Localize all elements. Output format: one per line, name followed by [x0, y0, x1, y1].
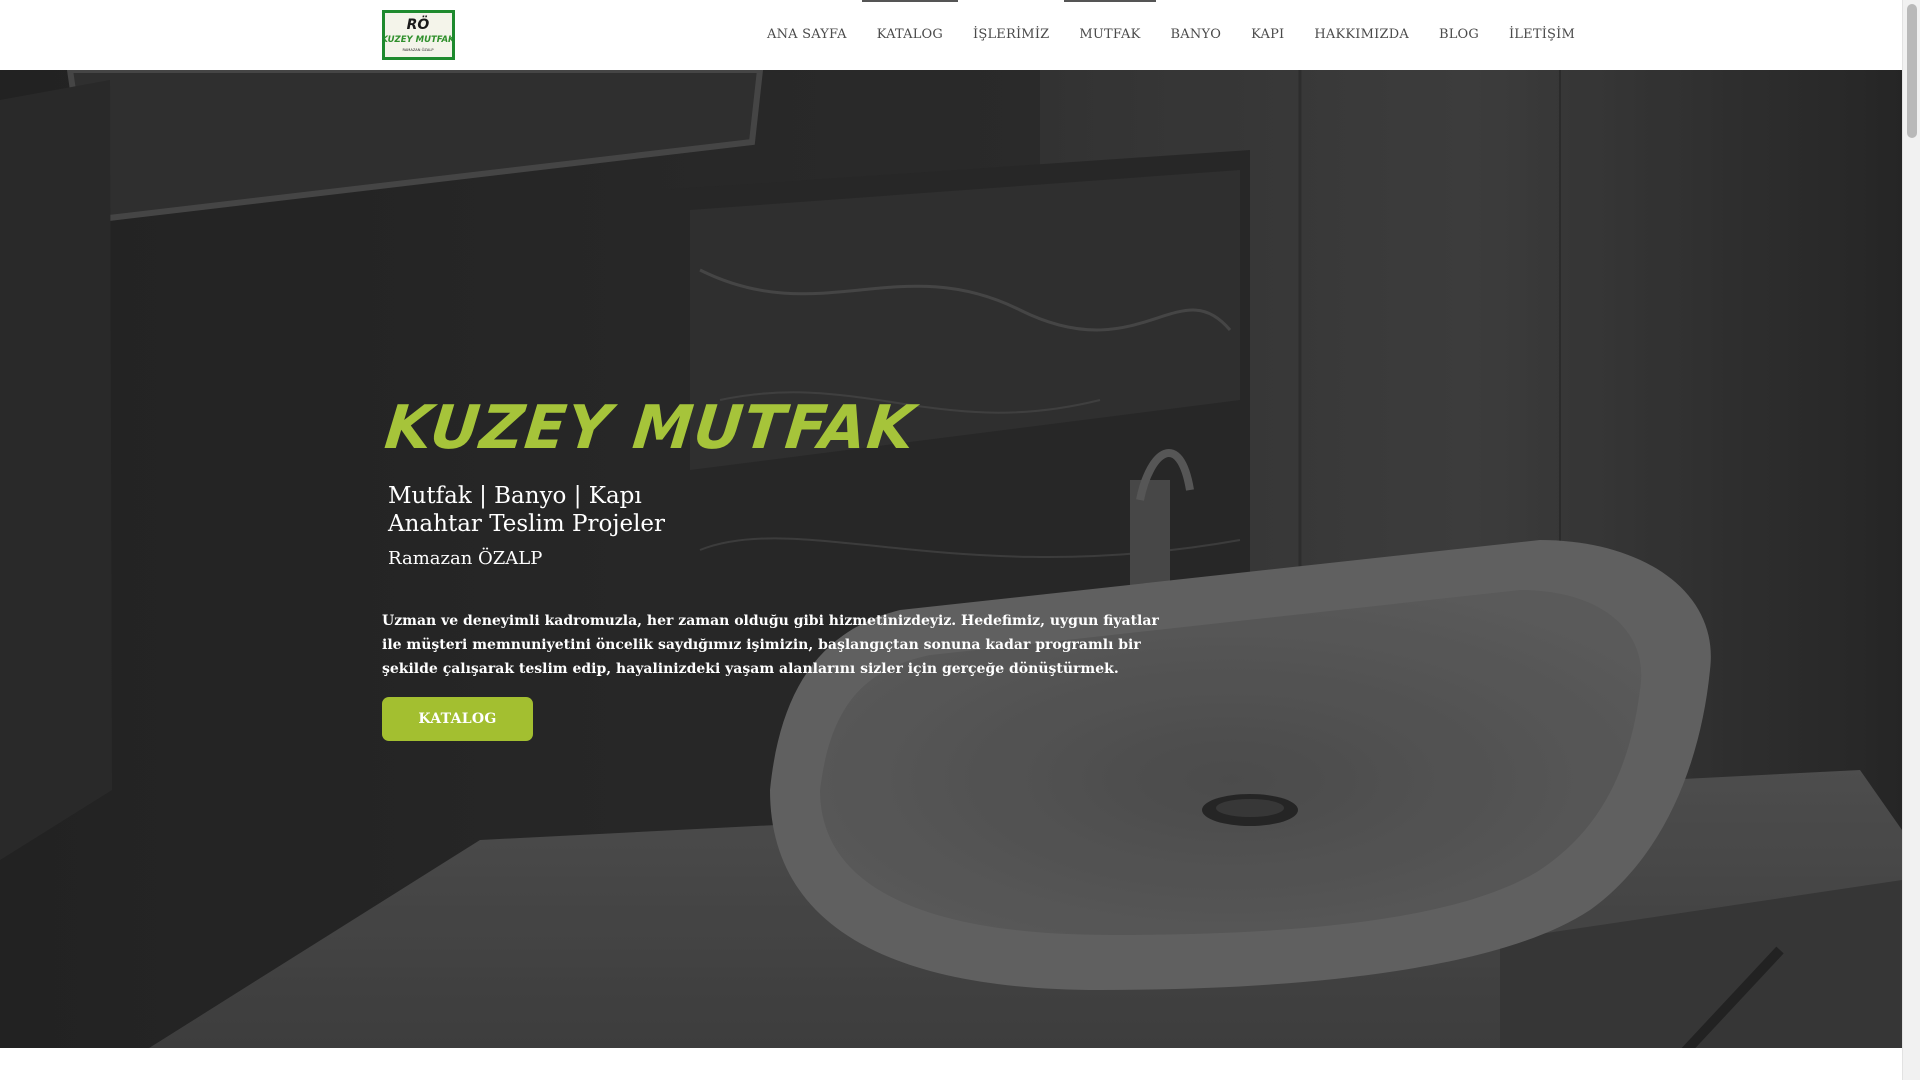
nav-item-katalog[interactable]: KATALOG [861, 0, 959, 70]
nav-item-hakkimizda[interactable]: HAKKIMIZDA [1299, 0, 1424, 70]
logo-mark-icon: RÖ KUZEY MUTFAK RAMAZAN ÖZALP [385, 13, 452, 57]
main-navigation: ANA SAYFA KATALOG İŞLERİMİZ MUTFAK BANYO… [752, 0, 1590, 70]
owner-name: Ramazan ÖZALP [388, 548, 543, 569]
hero-content: KUZEY MUTFAK Mutfak | Banyo | Kapı Anaht… [382, 393, 1202, 741]
hero-section: KUZEY MUTFAK Mutfak | Banyo | Kapı Anaht… [0, 70, 1902, 1048]
nav-item-banyo[interactable]: BANYO [1156, 0, 1237, 70]
logo-wordmark: KUZEY MUTFAK [385, 35, 452, 45]
nav-item-kapi[interactable]: KAPI [1236, 0, 1299, 70]
hero-description: Uzman ve deneyimli kadromuzla, her zaman… [382, 613, 1159, 677]
nav-item-blog[interactable]: BLOG [1424, 0, 1494, 70]
services-line-1: Mutfak | Banyo | Kapı [388, 483, 642, 509]
services-line-2: Anahtar Teslim Projeler [388, 511, 666, 537]
site-logo[interactable]: RÖ KUZEY MUTFAK RAMAZAN ÖZALP [382, 10, 455, 60]
katalog-button[interactable]: KATALOG [382, 697, 533, 741]
services-text: Mutfak | Banyo | Kapı Anahtar Teslim Pro… [388, 482, 1202, 538]
logo-monogram: RÖ [407, 15, 430, 33]
logo-tagline: RAMAZAN ÖZALP [402, 47, 434, 52]
page-scrollbar[interactable] [1902, 0, 1920, 1080]
nav-item-iletisim[interactable]: İLETİŞİM [1494, 0, 1590, 70]
nav-item-ana-sayfa[interactable]: ANA SAYFA [752, 0, 862, 70]
scrollbar-thumb[interactable] [1907, 4, 1917, 138]
brand-title: KUZEY MUTFAK [381, 393, 919, 463]
nav-item-mutfak[interactable]: MUTFAK [1064, 0, 1156, 70]
site-header: RÖ KUZEY MUTFAK RAMAZAN ÖZALP ANA SAYFA … [0, 0, 1902, 70]
nav-item-islerimiz[interactable]: İŞLERİMİZ [958, 0, 1064, 70]
